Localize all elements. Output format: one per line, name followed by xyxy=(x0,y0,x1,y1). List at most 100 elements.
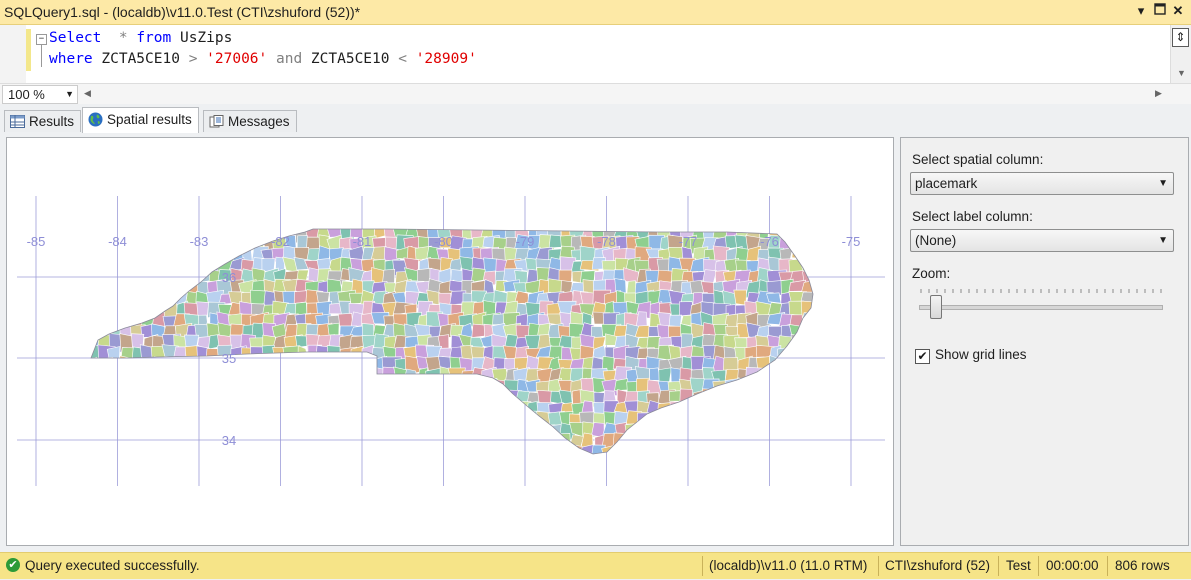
zoom-slider-thumb[interactable] xyxy=(930,295,943,319)
zip-polygon xyxy=(162,247,179,264)
show-grid-lines-checkbox[interactable]: ✔ xyxy=(915,349,930,364)
zip-polygon xyxy=(381,433,399,453)
zip-polygon xyxy=(800,246,813,263)
zip-polygon xyxy=(756,392,778,408)
zip-polygon xyxy=(260,444,280,454)
zip-polygon xyxy=(132,410,143,424)
code-line-2[interactable]: where ZCTA5CE10 > '27006' and ZCTA5CE10 … xyxy=(49,51,477,67)
tab-messages[interactable]: Messages xyxy=(203,110,297,132)
zip-polygon xyxy=(293,411,311,429)
zip-polygon xyxy=(130,366,148,381)
tab-results[interactable]: Results xyxy=(4,110,82,132)
zip-polygon xyxy=(316,368,333,383)
zip-polygon xyxy=(414,434,434,450)
code-token: '27006' xyxy=(206,51,268,67)
globe-icon xyxy=(88,112,103,127)
zip-polygon xyxy=(636,412,653,430)
zip-polygon xyxy=(129,301,148,318)
zip-polygon xyxy=(393,388,414,410)
zip-polygon xyxy=(97,381,112,391)
label-column-select[interactable]: (None) ▼ xyxy=(910,229,1174,252)
zip-polygon xyxy=(789,368,807,384)
zip-polygon xyxy=(120,410,135,430)
zip-polygon xyxy=(338,411,359,428)
longitude-label: -85 xyxy=(27,234,46,249)
zip-polygon xyxy=(747,422,765,441)
scroll-right-icon[interactable]: ▶ xyxy=(1155,88,1162,99)
code-line-1[interactable]: Select * from UsZips xyxy=(49,30,232,46)
zip-polygon xyxy=(536,445,552,454)
zip-polygon xyxy=(635,443,651,454)
tab-spatial-results[interactable]: Spatial results xyxy=(82,107,199,133)
zip-polygon xyxy=(272,366,291,386)
zip-polygon xyxy=(119,434,139,451)
zip-polygon xyxy=(370,443,386,454)
zip-polygon xyxy=(404,424,419,439)
close-button[interactable]: ✕ xyxy=(1170,3,1186,19)
zip-polygon xyxy=(769,368,787,385)
zip-polygon xyxy=(737,377,754,393)
zip-polygon xyxy=(91,399,102,420)
zip-polygon xyxy=(781,368,796,384)
zip-polygon xyxy=(164,378,177,392)
zip-polygon xyxy=(514,410,533,427)
zoom-select[interactable]: 100 % ▼ xyxy=(2,85,78,104)
zip-polygon xyxy=(239,379,254,394)
zip-polygon xyxy=(757,368,776,381)
spatial-map[interactable]: -85 -84 -83 -82 -81 -80 -79 -78 -77 -76 -75 36 35 34 xyxy=(7,138,893,545)
window-title-bar: SQLQuery1.sql - (localdb)\v11.0.Test (CT… xyxy=(0,0,1191,25)
editor-vertical-scrollbar[interactable]: ⇕ ▼ xyxy=(1170,25,1191,83)
split-view-icon[interactable]: ⇕ xyxy=(1172,28,1189,47)
zip-polygon xyxy=(140,422,154,438)
zip-polygon xyxy=(95,267,111,284)
spatial-map-pane[interactable]: -85 -84 -83 -82 -81 -80 -79 -78 -77 -76 -75 36 35 34 xyxy=(6,137,894,546)
zip-polygon xyxy=(194,411,213,431)
zip-polygon xyxy=(143,237,156,254)
spatial-column-value: placemark xyxy=(915,176,978,191)
zip-polygon xyxy=(427,401,445,417)
zip-polygon xyxy=(307,390,322,404)
zip-polygon xyxy=(447,389,464,407)
zip-polygon xyxy=(768,391,784,407)
code-token: where xyxy=(49,51,93,67)
zip-polygon xyxy=(812,312,813,332)
collapse-icon[interactable]: − xyxy=(36,34,47,45)
zip-polygon xyxy=(635,455,651,475)
zip-polygon xyxy=(128,435,147,454)
maximize-button[interactable] xyxy=(1152,3,1168,19)
zip-polygon xyxy=(669,455,686,473)
zip-polygon xyxy=(780,400,797,417)
zip-polygon xyxy=(327,458,342,474)
zip-polygon xyxy=(713,411,729,430)
query-editor[interactable]: − Select * from UsZips where ZCTA5CE10 >… xyxy=(0,25,1191,83)
zip-polygon xyxy=(228,366,244,383)
status-server: (localdb)\v11.0 (11.0 RTM) xyxy=(709,558,868,573)
zip-polygon xyxy=(766,434,789,449)
zip-polygon xyxy=(471,401,489,416)
longitude-label: -83 xyxy=(190,234,209,249)
zip-polygon xyxy=(107,281,122,297)
zip-polygon xyxy=(382,410,397,430)
zip-polygon xyxy=(238,401,258,420)
show-grid-lines-label[interactable]: Show grid lines xyxy=(935,347,1027,362)
zip-polygons[interactable] xyxy=(85,224,832,476)
zip-polygon xyxy=(766,292,782,304)
zip-polygon xyxy=(261,359,276,377)
zip-polygon xyxy=(604,456,616,472)
zip-polygon xyxy=(307,421,322,437)
zip-polygon xyxy=(471,455,487,474)
scroll-down-icon[interactable]: ▼ xyxy=(1177,68,1186,78)
zip-polygon xyxy=(460,456,478,469)
zip-polygon xyxy=(307,379,324,396)
outline-line xyxy=(41,45,42,67)
zip-polygon xyxy=(337,424,354,440)
zip-polygon xyxy=(205,411,226,426)
scroll-left-icon[interactable]: ◀ xyxy=(84,88,91,99)
dropdown-icon[interactable]: ▾ xyxy=(1133,3,1149,19)
zip-polygon xyxy=(131,270,147,287)
zip-polygon xyxy=(514,456,530,472)
zip-polygon xyxy=(86,458,99,472)
spatial-column-select[interactable]: placemark ▼ xyxy=(910,172,1174,195)
zoom-slider-track[interactable] xyxy=(919,305,1163,310)
zip-polygon xyxy=(97,388,113,405)
